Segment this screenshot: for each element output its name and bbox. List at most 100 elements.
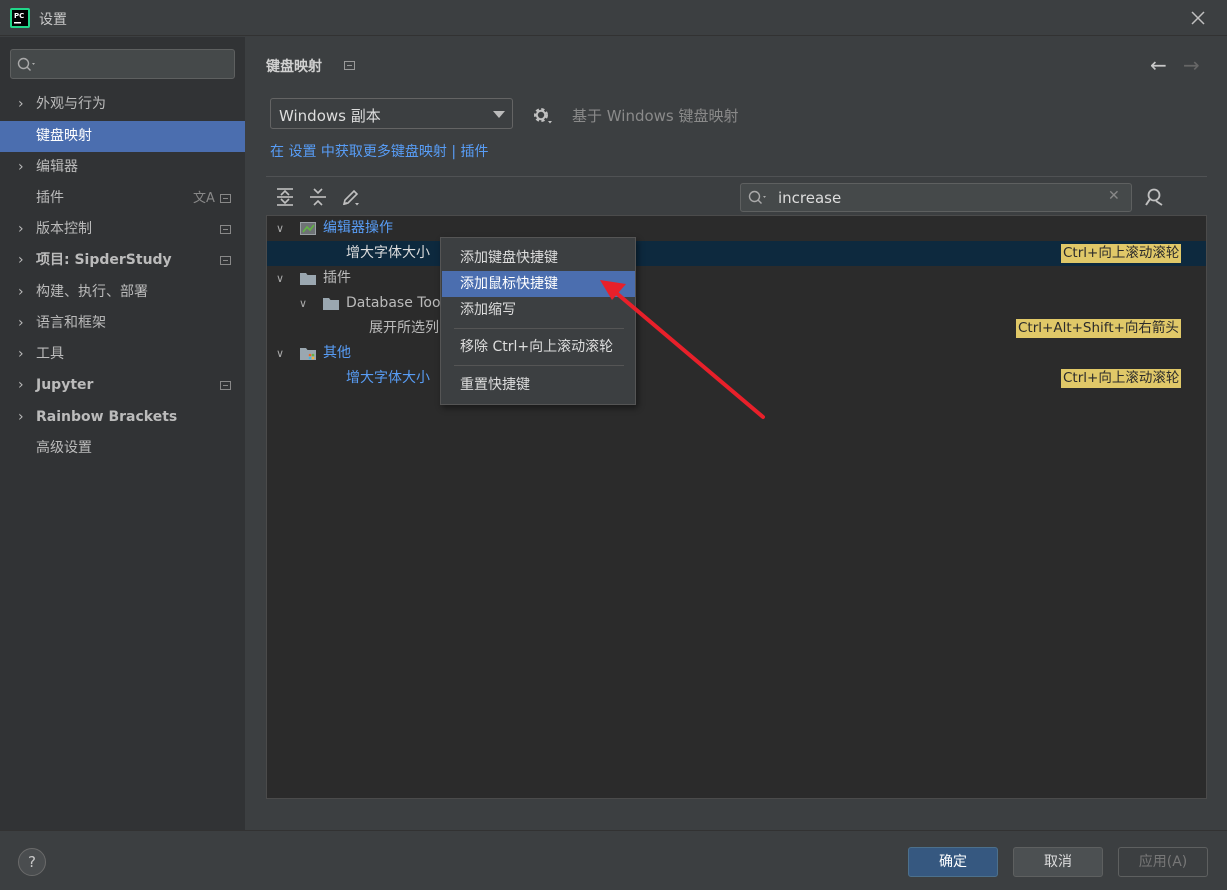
pycharm-logo-icon: PC bbox=[10, 8, 30, 28]
shortcut-badge: Ctrl+Alt+Shift+向右箭头 bbox=[1016, 319, 1181, 338]
tree-group-label: 其他 bbox=[323, 345, 351, 361]
clear-search-icon[interactable]: ✕ bbox=[1108, 188, 1120, 204]
sidebar-item-jupyter[interactable]: › Jupyter bbox=[0, 370, 245, 401]
chevron-right-icon: › bbox=[18, 284, 24, 300]
action-label: 展开所选列 bbox=[369, 320, 439, 336]
sidebar-item-keymap[interactable]: 键盘映射 bbox=[0, 121, 245, 152]
help-button[interactable]: ? bbox=[18, 848, 46, 876]
tree-group-label: 编辑器操作 bbox=[323, 220, 393, 236]
chevron-right-icon: › bbox=[18, 346, 24, 362]
sidebar-item-project[interactable]: › 项目: SipderStudy bbox=[0, 245, 245, 276]
sidebar-item-appearance[interactable]: › 外观与行为 bbox=[0, 89, 245, 120]
tree-row-editor-actions[interactable]: ∨ 编辑器操作 bbox=[267, 216, 1206, 241]
search-icon bbox=[17, 57, 35, 71]
chevron-right-icon: › bbox=[18, 377, 24, 393]
tree-row-database-tools[interactable]: ∨ Database Too bbox=[267, 291, 1206, 316]
menu-item-add-abbreviation[interactable]: 添加缩写 bbox=[442, 297, 635, 323]
menu-item-remove-shortcut[interactable]: 移除 Ctrl+向上滚动滚轮 bbox=[442, 334, 635, 360]
tree-row-other[interactable]: ∨ 其他 bbox=[267, 341, 1206, 366]
tree-row-increase-font[interactable]: 增大字体大小 Ctrl+向上滚动滚轮 bbox=[267, 241, 1206, 266]
sidebar-item-label: 工具 bbox=[36, 346, 64, 362]
forward-arrow-icon[interactable]: → bbox=[1183, 53, 1200, 77]
ok-button[interactable]: 确定 bbox=[908, 847, 998, 877]
find-by-shortcut-icon[interactable] bbox=[1144, 187, 1166, 209]
project-settings-icon bbox=[220, 256, 231, 265]
sidebar-item-label: 高级设置 bbox=[36, 440, 92, 456]
chevron-right-icon: › bbox=[18, 252, 24, 268]
shortcut-badge: Ctrl+向上滚动滚轮 bbox=[1061, 369, 1182, 388]
gear-icon[interactable] bbox=[532, 106, 554, 126]
apply-button[interactable]: 应用(A) bbox=[1118, 847, 1208, 877]
sidebar-item-label: 插件 bbox=[36, 190, 64, 206]
svg-text:PC: PC bbox=[14, 12, 24, 20]
action-search-field[interactable]: ✕ bbox=[740, 183, 1132, 212]
folder-icon bbox=[300, 273, 316, 285]
chevron-right-icon: › bbox=[18, 315, 24, 331]
settings-sidebar: › 外观与行为 键盘映射 › 编辑器 插件 文A › 版本控制 › 项目: Si… bbox=[0, 37, 245, 830]
project-settings-icon bbox=[344, 61, 355, 70]
links-prefix: 在 bbox=[270, 144, 289, 160]
sidebar-item-languages[interactable]: › 语言和框架 bbox=[0, 308, 245, 339]
tree-group-label: 插件 bbox=[323, 270, 351, 286]
shortcut-badge: Ctrl+向上滚动滚轮 bbox=[1061, 244, 1182, 263]
expand-all-icon[interactable] bbox=[275, 187, 295, 207]
menu-item-reset-shortcuts[interactable]: 重置快捷键 bbox=[442, 372, 635, 398]
menu-item-add-mouse-shortcut[interactable]: 添加鼠标快捷键 bbox=[442, 271, 635, 297]
sidebar-item-vcs[interactable]: › 版本控制 bbox=[0, 214, 245, 245]
menu-item-add-keyboard-shortcut[interactable]: 添加键盘快捷键 bbox=[442, 245, 635, 271]
tree-row-other-increase-font[interactable]: 增大字体大小 Ctrl+向上滚动滚轮 bbox=[267, 366, 1206, 391]
links-divider: | bbox=[446, 144, 461, 160]
context-menu: 添加键盘快捷键 添加鼠标快捷键 添加缩写 移除 Ctrl+向上滚动滚轮 重置快捷… bbox=[440, 237, 636, 405]
plugins-link[interactable]: 插件 bbox=[461, 144, 489, 160]
keymap-panel: 键盘映射 ← → Windows 副本 基于 Windows 键盘映射 在 设置… bbox=[245, 37, 1227, 830]
translate-icon: 文A bbox=[193, 191, 215, 206]
edit-pencil-icon[interactable] bbox=[341, 187, 361, 207]
chevron-right-icon: › bbox=[18, 221, 24, 237]
sidebar-item-label: 编辑器 bbox=[36, 159, 78, 175]
keymap-dropdown[interactable]: Windows 副本 bbox=[270, 98, 513, 129]
folder-icon bbox=[323, 298, 339, 310]
based-on-label: 基于 Windows 键盘映射 bbox=[572, 107, 739, 125]
collapse-all-icon[interactable] bbox=[308, 187, 328, 207]
search-icon bbox=[748, 190, 766, 204]
sidebar-item-tools[interactable]: › 工具 bbox=[0, 339, 245, 370]
window-title: 设置 bbox=[39, 12, 67, 28]
tree-row-expand-selection[interactable]: 展开所选列 Ctrl+Alt+Shift+向右箭头 bbox=[267, 316, 1206, 341]
settings-link[interactable]: 设置 bbox=[288, 144, 316, 160]
sidebar-item-label: Jupyter bbox=[36, 377, 94, 393]
sidebar-search-input[interactable] bbox=[10, 49, 235, 79]
menu-separator bbox=[454, 328, 624, 329]
sidebar-item-label: 键盘映射 bbox=[36, 128, 92, 144]
cancel-button[interactable]: 取消 bbox=[1013, 847, 1103, 877]
sidebar-item-advanced[interactable]: 高级设置 bbox=[0, 433, 245, 464]
chevron-down-icon bbox=[493, 111, 505, 118]
close-icon[interactable] bbox=[1188, 8, 1208, 28]
actions-tree[interactable]: ∨ 编辑器操作 增大字体大小 Ctrl+向上滚动滚轮 ∨ 插件 ∨ Databa… bbox=[266, 215, 1207, 799]
sidebar-item-label: 外观与行为 bbox=[36, 96, 106, 112]
get-more-keymaps-text: 在 设置 中获取更多键盘映射 | 插件 bbox=[270, 141, 489, 161]
tree-row-plugins[interactable]: ∨ 插件 bbox=[267, 266, 1206, 291]
sidebar-item-label: 构建、执行、部署 bbox=[36, 284, 148, 300]
back-arrow-icon[interactable]: ← bbox=[1150, 53, 1167, 77]
chevron-right-icon: › bbox=[18, 96, 24, 112]
sidebar-item-label: Rainbow Brackets bbox=[36, 409, 178, 425]
tree-group-label: Database Too bbox=[346, 295, 441, 311]
action-search-input[interactable] bbox=[778, 188, 1098, 208]
sidebar-item-rainbow-brackets[interactable]: › Rainbow Brackets bbox=[0, 402, 245, 433]
keymap-dropdown-value: Windows 副本 bbox=[279, 107, 381, 125]
sidebar-item-plugins[interactable]: 插件 文A bbox=[0, 183, 245, 214]
sidebar-item-editor[interactable]: › 编辑器 bbox=[0, 152, 245, 183]
page-title: 键盘映射 bbox=[266, 59, 322, 75]
sidebar-item-label: 项目: SipderStudy bbox=[36, 252, 172, 268]
project-settings-icon bbox=[220, 225, 231, 234]
divider bbox=[266, 176, 1207, 177]
project-settings-icon bbox=[220, 381, 231, 390]
chevron-right-icon: › bbox=[18, 409, 24, 425]
links-middle: 中获取更多键盘映射 bbox=[316, 144, 447, 160]
action-label: 增大字体大小 bbox=[346, 245, 430, 261]
sidebar-item-build[interactable]: › 构建、执行、部署 bbox=[0, 277, 245, 308]
sidebar-item-label: 语言和框架 bbox=[36, 315, 106, 331]
chevron-right-icon: › bbox=[18, 159, 24, 175]
sidebar-item-label: 版本控制 bbox=[36, 221, 92, 237]
project-settings-icon bbox=[220, 194, 231, 203]
